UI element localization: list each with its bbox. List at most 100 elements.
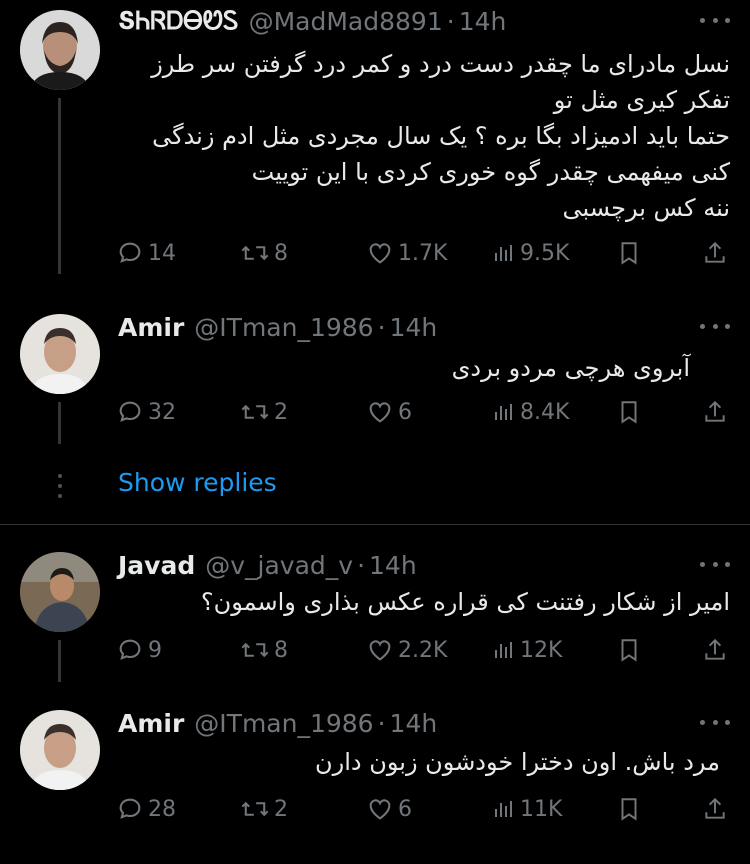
share-icon bbox=[705, 638, 725, 660]
view-count: 11K bbox=[520, 796, 563, 822]
tweet-1[interactable]: ՏᏂᏒᎠᎾᏬᏚ @MadMad8891 · 14h نسل مادرای ما … bbox=[0, 4, 750, 274]
like-icon bbox=[369, 799, 391, 820]
tweet-header: Amir @ITman_1986 · 14h bbox=[118, 310, 437, 344]
share-button[interactable] bbox=[702, 395, 728, 429]
action-bar: 9 8 2.2K 12K bbox=[116, 633, 730, 667]
timestamp[interactable]: 14h bbox=[390, 709, 438, 738]
tweet-4[interactable]: Amir @ITman_1986 · 14h مرد باش. اون دختر… bbox=[0, 706, 750, 836]
share-icon bbox=[705, 241, 725, 263]
bookmark-icon bbox=[621, 798, 637, 821]
reply-button[interactable]: 28 bbox=[116, 792, 176, 826]
avatar[interactable] bbox=[20, 314, 100, 394]
tweet-2[interactable]: Amir @ITman_1986 · 14h آبروی هرچی مردو ب… bbox=[0, 310, 750, 444]
display-name[interactable]: Amir bbox=[118, 313, 184, 342]
retweet-count: 8 bbox=[274, 240, 288, 266]
separator-dot: · bbox=[357, 550, 366, 580]
tweet-3[interactable]: Javad @v_javad_v · 14h امیر از شکار رفتن… bbox=[0, 548, 750, 682]
tweet-text: امیر از شکار رفتنت کی قراره عکس بذاری وا… bbox=[118, 584, 730, 620]
like-button[interactable]: 1.7K bbox=[366, 236, 447, 270]
views-icon bbox=[495, 642, 512, 658]
bookmark-icon bbox=[621, 401, 637, 424]
display-name[interactable]: ՏᏂᏒᎠᎾᏬᏚ bbox=[118, 6, 239, 36]
views-button[interactable]: 12K bbox=[492, 633, 562, 667]
share-icon bbox=[705, 797, 725, 819]
reply-count: 14 bbox=[148, 240, 176, 266]
tweet-text: مرد باش. اون دخترا خودشون زبون دارن bbox=[118, 744, 720, 780]
timestamp[interactable]: 14h bbox=[369, 551, 417, 580]
show-replies-link[interactable]: Show replies bbox=[118, 468, 277, 497]
tweet-header: Amir @ITman_1986 · 14h bbox=[118, 706, 437, 740]
like-button[interactable]: 6 bbox=[366, 792, 412, 826]
more-icon[interactable] bbox=[700, 554, 730, 574]
tweet-text-line: آبروی هرچی مردو بردی bbox=[451, 354, 690, 382]
reply-button[interactable]: 32 bbox=[116, 395, 176, 429]
avatar[interactable] bbox=[20, 552, 100, 632]
views-button[interactable]: 11K bbox=[492, 792, 562, 826]
separator-dot: · bbox=[377, 708, 386, 738]
reply-count: 32 bbox=[148, 399, 176, 425]
thread-line bbox=[58, 98, 61, 274]
username[interactable]: @ITman_1986 bbox=[194, 313, 373, 342]
username[interactable]: @v_javad_v bbox=[205, 551, 353, 580]
tweet-text: نسل مادرای ما چقدر دست درد و کمر درد گرف… bbox=[118, 46, 730, 226]
like-count: 6 bbox=[398, 796, 412, 822]
thread-line bbox=[58, 402, 61, 444]
username[interactable]: @MadMad8891 bbox=[249, 7, 443, 36]
action-bar: 28 2 6 11K bbox=[116, 792, 730, 826]
retweet-button[interactable]: 2 bbox=[240, 792, 288, 826]
separator-dot: · bbox=[377, 312, 386, 342]
reply-button[interactable]: 9 bbox=[116, 633, 162, 667]
like-count: 1.7K bbox=[398, 240, 448, 266]
like-button[interactable]: 2.2K bbox=[366, 633, 447, 667]
tweet-header: Javad @v_javad_v · 14h bbox=[118, 548, 417, 582]
reply-button[interactable]: 14 bbox=[116, 236, 176, 270]
like-icon bbox=[369, 640, 391, 661]
like-icon bbox=[369, 243, 391, 264]
retweet-icon bbox=[241, 245, 269, 261]
retweet-button[interactable]: 8 bbox=[240, 236, 288, 270]
retweet-count: 2 bbox=[274, 399, 288, 425]
retweet-icon bbox=[241, 404, 269, 420]
retweet-icon bbox=[241, 801, 269, 817]
username[interactable]: @ITman_1986 bbox=[194, 709, 373, 738]
more-icon[interactable] bbox=[700, 10, 730, 30]
share-button[interactable] bbox=[702, 236, 728, 270]
tweet-text-line: کنی میفهمی چقدر گوه خوری کردی با این توی… bbox=[251, 158, 730, 186]
reply-icon bbox=[119, 401, 141, 422]
timestamp[interactable]: 14h bbox=[459, 7, 507, 36]
bookmark-icon bbox=[621, 639, 637, 662]
display-name[interactable]: Javad bbox=[118, 551, 195, 580]
bookmark-button[interactable] bbox=[616, 395, 642, 429]
bookmark-button[interactable] bbox=[616, 792, 642, 826]
retweet-button[interactable]: 8 bbox=[240, 633, 288, 667]
like-button[interactable]: 6 bbox=[366, 395, 412, 429]
view-count: 12K bbox=[520, 637, 563, 663]
share-button[interactable] bbox=[702, 792, 728, 826]
share-icon bbox=[705, 400, 725, 422]
bookmark-button[interactable] bbox=[616, 633, 642, 667]
share-button[interactable] bbox=[702, 633, 728, 667]
action-bar: 32 2 6 8.4K bbox=[116, 395, 730, 429]
more-icon[interactable] bbox=[700, 316, 730, 336]
thread-line bbox=[58, 640, 61, 682]
tweet-header: ՏᏂᏒᎠᎾᏬᏚ @MadMad8891 · 14h bbox=[118, 4, 506, 38]
avatar[interactable] bbox=[20, 10, 100, 90]
retweet-count: 2 bbox=[274, 796, 288, 822]
retweet-icon bbox=[241, 642, 269, 658]
timestamp[interactable]: 14h bbox=[390, 313, 438, 342]
like-icon bbox=[369, 402, 391, 423]
thread-continuation-dots bbox=[56, 474, 64, 498]
like-count: 6 bbox=[398, 399, 412, 425]
view-count: 9.5K bbox=[520, 240, 570, 266]
avatar[interactable] bbox=[20, 710, 100, 790]
views-button[interactable]: 8.4K bbox=[492, 395, 569, 429]
retweet-button[interactable]: 2 bbox=[240, 395, 288, 429]
view-count: 8.4K bbox=[520, 399, 570, 425]
views-button[interactable]: 9.5K bbox=[492, 236, 569, 270]
display-name[interactable]: Amir bbox=[118, 709, 184, 738]
like-count: 2.2K bbox=[398, 637, 448, 663]
bookmark-icon bbox=[621, 242, 637, 265]
bookmark-button[interactable] bbox=[616, 236, 642, 270]
divider bbox=[0, 524, 750, 525]
more-icon[interactable] bbox=[700, 712, 730, 732]
